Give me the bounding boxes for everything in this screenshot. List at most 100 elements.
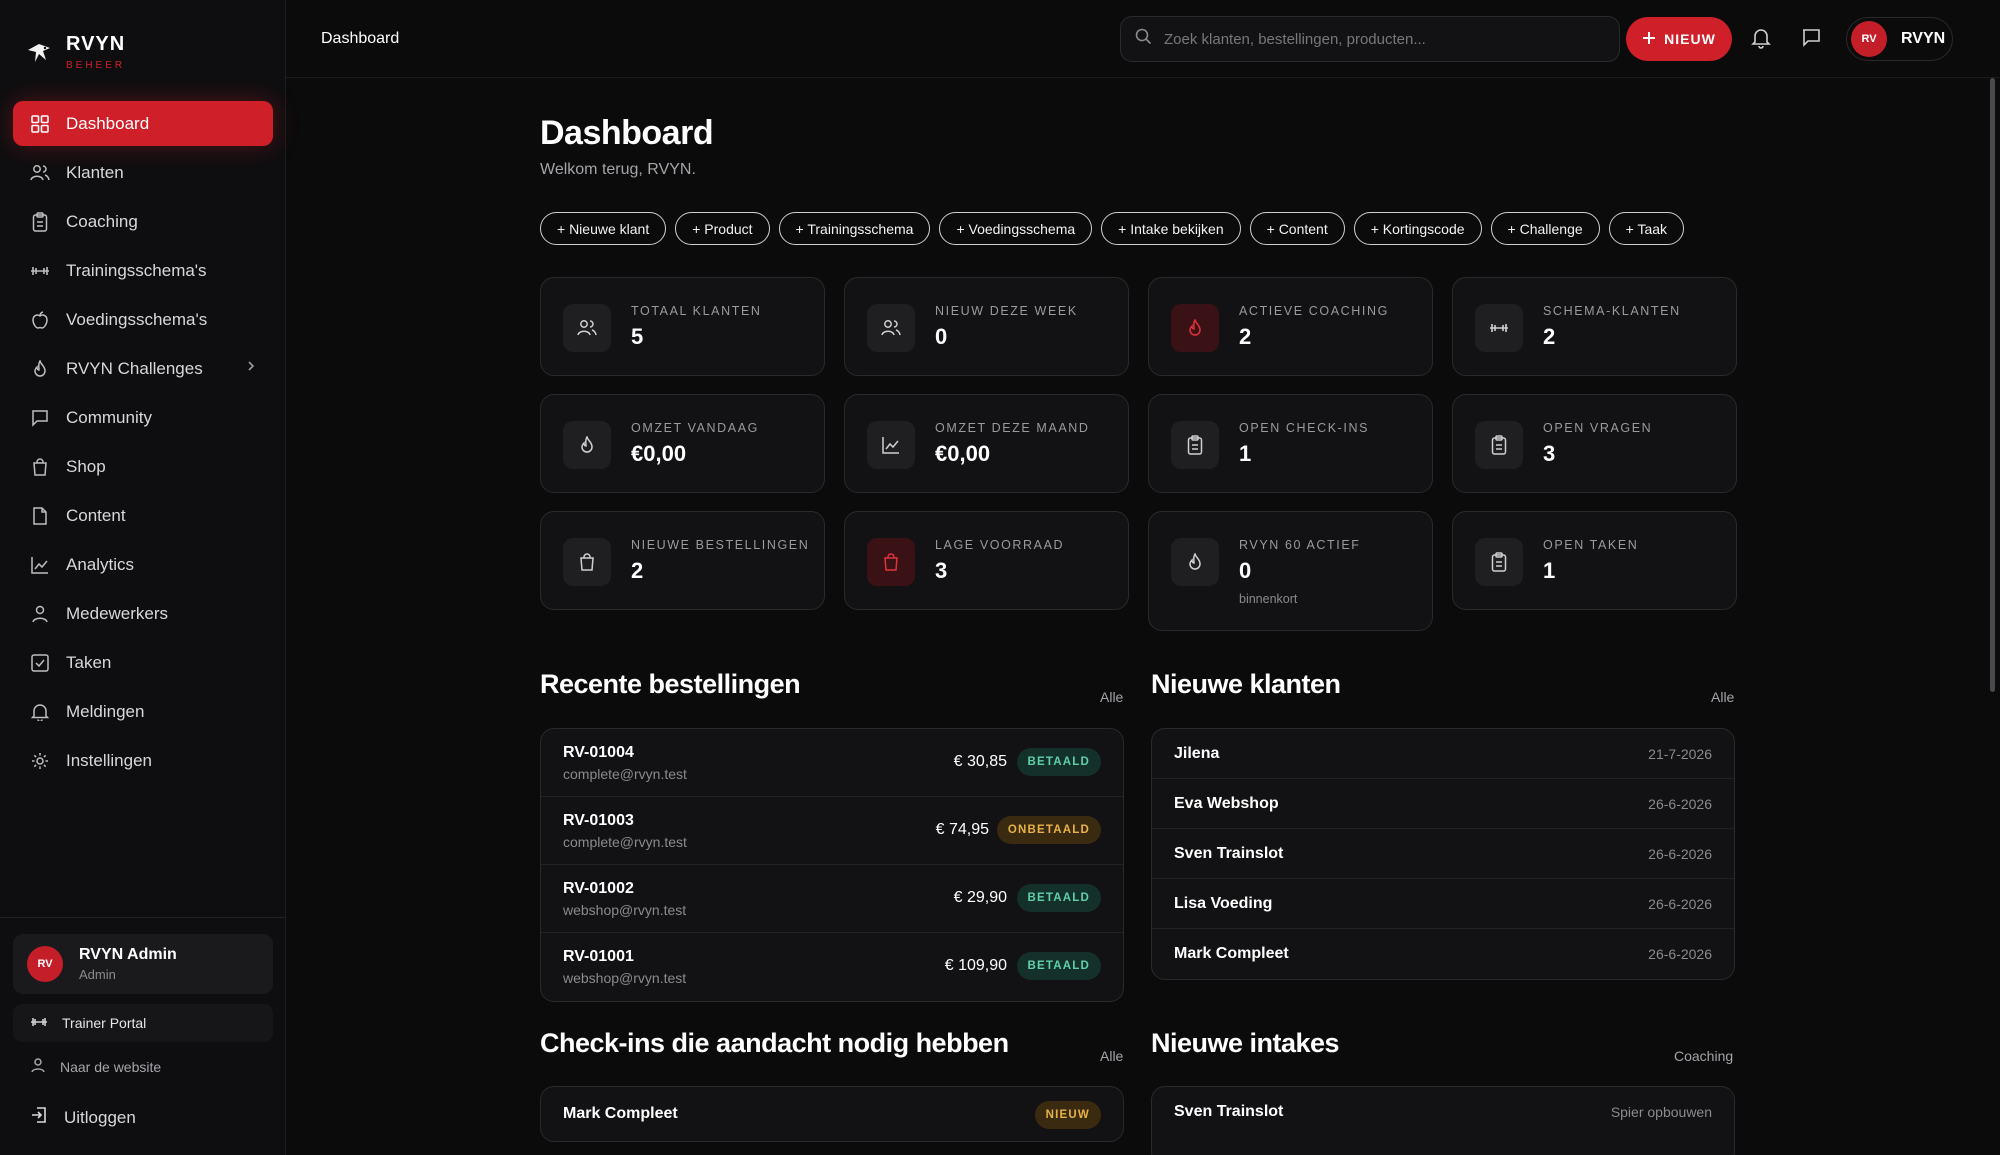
quick-action-chip[interactable]: + Voedingsschema [939, 212, 1093, 245]
table-row[interactable]: RV-01003 complete@rvyn.test € 74,95 ONBETAA… [541, 797, 1123, 865]
stat-card[interactable]: OPEN VRAGEN 3 [1452, 394, 1737, 493]
stat-card[interactable]: OMZET DEZE MAAND €0,00 [844, 394, 1129, 493]
stat-value: 1 [1239, 441, 1252, 466]
status-badge: ONBETAALD [996, 816, 1101, 844]
sidebar-item-medewerkers[interactable]: Medewerkers [13, 591, 273, 636]
sidebar-item-klanten[interactable]: Klanten [13, 150, 273, 195]
trainer-portal-link[interactable]: Trainer Portal [13, 1004, 273, 1042]
quick-action-chip[interactable]: + Kortingscode [1353, 212, 1482, 245]
stat-label: ACTIEVE COACHING [1239, 304, 1389, 318]
orders-all-link[interactable]: Alle [1100, 689, 1123, 705]
sidebar-item-rvyn-challenges[interactable]: RVYN Challenges [13, 346, 273, 391]
list-item[interactable]: Lisa Voeding 26-6-2026 [1152, 879, 1734, 929]
stat-value: 3 [1543, 441, 1556, 466]
apple-icon [30, 310, 50, 330]
sidebar-item-community[interactable]: Community [13, 395, 273, 440]
list-item[interactable]: Sven Trainslot Spier opbouwen [1152, 1087, 1734, 1137]
search-box[interactable] [1120, 16, 1620, 62]
order-id: RV-01002 [563, 880, 634, 897]
list-item[interactable]: Mark Compleet NIEUW [541, 1087, 1123, 1141]
quick-action-chip[interactable]: + Nieuwe klant [540, 212, 667, 245]
stat-card[interactable]: NIEUW DEZE WEEK 0 [844, 277, 1129, 376]
chat-icon[interactable] [1801, 27, 1821, 52]
bell-icon [30, 702, 50, 722]
customer-name: Mark Compleet [1174, 945, 1289, 962]
website-link[interactable]: Naar de website [30, 1057, 161, 1076]
chevron-right-icon[interactable] [247, 359, 255, 377]
sidebar-item-dashboard[interactable]: Dashboard [13, 101, 273, 146]
customer-date: 21-7-2026 [1648, 746, 1712, 762]
sidebar: RVYN BEHEER Dashboard Klanten Coaching Trai… [0, 0, 286, 1155]
order-email: complete@rvyn.test [563, 766, 687, 782]
list-item[interactable]: Sven Trainslot 26-6-2026 [1152, 829, 1734, 879]
stat-card[interactable]: TOTAAL KLANTEN 5 [540, 277, 825, 376]
table-row[interactable]: RV-01002 webshop@rvyn.test € 29,90 BETAALD [541, 865, 1123, 933]
sidebar-item-content[interactable]: Content [13, 493, 273, 538]
sidebar-item-meldingen[interactable]: Meldingen [13, 689, 273, 734]
quick-action-chip[interactable]: + Challenge [1490, 212, 1600, 245]
stat-value: €0,00 [631, 441, 687, 466]
stat-card[interactable]: NIEUWE BESTELLINGEN 2 [540, 511, 825, 610]
sidebar-item-shop[interactable]: Shop [13, 444, 273, 489]
user-card[interactable]: RV RVYN Admin Admin [13, 934, 273, 994]
stat-card[interactable]: SCHEMA-KLANTEN 2 [1452, 277, 1737, 376]
sidebar-item-coaching[interactable]: Coaching [13, 199, 273, 244]
users-icon [30, 163, 50, 183]
scrollbar[interactable] [1990, 78, 1995, 692]
quick-action-chip[interactable]: + Content [1249, 212, 1345, 245]
brand[interactable]: RVYN BEHEER [26, 34, 125, 71]
quick-action-chip[interactable]: + Product [675, 212, 770, 245]
quick-action-chip[interactable]: + Taak [1608, 212, 1685, 245]
stat-label: OPEN TAKEN [1543, 538, 1639, 552]
sidebar-item-voedingsschema-s[interactable]: Voedingsschema's [13, 297, 273, 342]
checkins-all-link[interactable]: Alle [1100, 1048, 1123, 1064]
sidebar-item-analytics[interactable]: Analytics [13, 542, 273, 587]
flame-icon [1171, 304, 1219, 352]
sidebar-item-trainingsschema-s[interactable]: Trainingsschema's [13, 248, 273, 293]
stat-card[interactable]: ACTIEVE COACHING 2 [1148, 277, 1433, 376]
stat-card[interactable]: OMZET VANDAAG €0,00 [540, 394, 825, 493]
customer-name: Lisa Voeding [1174, 895, 1273, 912]
customers-all-link[interactable]: Alle [1711, 689, 1734, 705]
stat-card[interactable]: OPEN TAKEN 1 [1452, 511, 1737, 610]
clipboard-icon [1475, 421, 1523, 469]
order-amount: € 74,95 [935, 821, 989, 838]
sidebar-divider [0, 917, 286, 918]
stat-value: 2 [631, 558, 644, 583]
profile-menu[interactable]: RV RVYN [1846, 17, 1953, 61]
flame-icon [1171, 538, 1219, 586]
intakes-coaching-link[interactable]: Coaching [1674, 1048, 1733, 1064]
page-subtitle: Welkom terug, RVYN. [540, 161, 696, 178]
grid-icon [30, 114, 50, 134]
order-email: webshop@rvyn.test [563, 902, 687, 918]
stat-card[interactable]: RVYN 60 ACTIEF 0 binnenkort [1148, 511, 1433, 631]
quick-action-chip[interactable]: + Trainingsschema [778, 212, 931, 245]
table-row[interactable]: RV-01004 complete@rvyn.test € 30,85 BETAALD [541, 729, 1123, 797]
stat-card[interactable]: LAGE VOORRAAD 3 [844, 511, 1129, 610]
order-email: webshop@rvyn.test [563, 970, 687, 986]
stat-label: OMZET VANDAAG [631, 421, 759, 435]
quick-action-chip[interactable]: + Intake bekijken [1101, 212, 1241, 245]
customer-name: Eva Webshop [1174, 795, 1279, 812]
new-button[interactable]: NIEUW [1626, 17, 1732, 61]
bell-icon[interactable] [1751, 27, 1771, 54]
search-input[interactable] [1164, 30, 1604, 48]
user-icon [30, 1057, 46, 1076]
logout-link[interactable]: Uitloggen [30, 1106, 136, 1129]
sidebar-item-taken[interactable]: Taken [13, 640, 273, 685]
intakes-title: Nieuwe intakes [1151, 1028, 1340, 1058]
app: RVYN BEHEER Dashboard Klanten Coaching Trai… [0, 0, 2000, 1155]
sidebar-item-label: Medewerkers [66, 603, 169, 623]
list-item[interactable]: Eva Webshop 26-6-2026 [1152, 779, 1734, 829]
brand-sub: BEHEER [66, 60, 126, 71]
stat-label: NIEUW DEZE WEEK [935, 304, 1078, 318]
sidebar-item-instellingen[interactable]: Instellingen [13, 738, 273, 783]
stat-card[interactable]: OPEN CHECK-INS 1 [1148, 394, 1433, 493]
customer-date: 26-6-2026 [1648, 846, 1712, 862]
profile-name: RVYN [1901, 30, 1946, 47]
sidebar-item-label: Taken [66, 652, 112, 672]
list-item[interactable]: Mark Compleet 26-6-2026 [1152, 929, 1734, 979]
list-item[interactable]: Jilena 21-7-2026 [1152, 729, 1734, 779]
table-row[interactable]: RV-01001 webshop@rvyn.test € 109,90 BETAALD [541, 933, 1123, 1001]
file-icon [30, 506, 50, 526]
